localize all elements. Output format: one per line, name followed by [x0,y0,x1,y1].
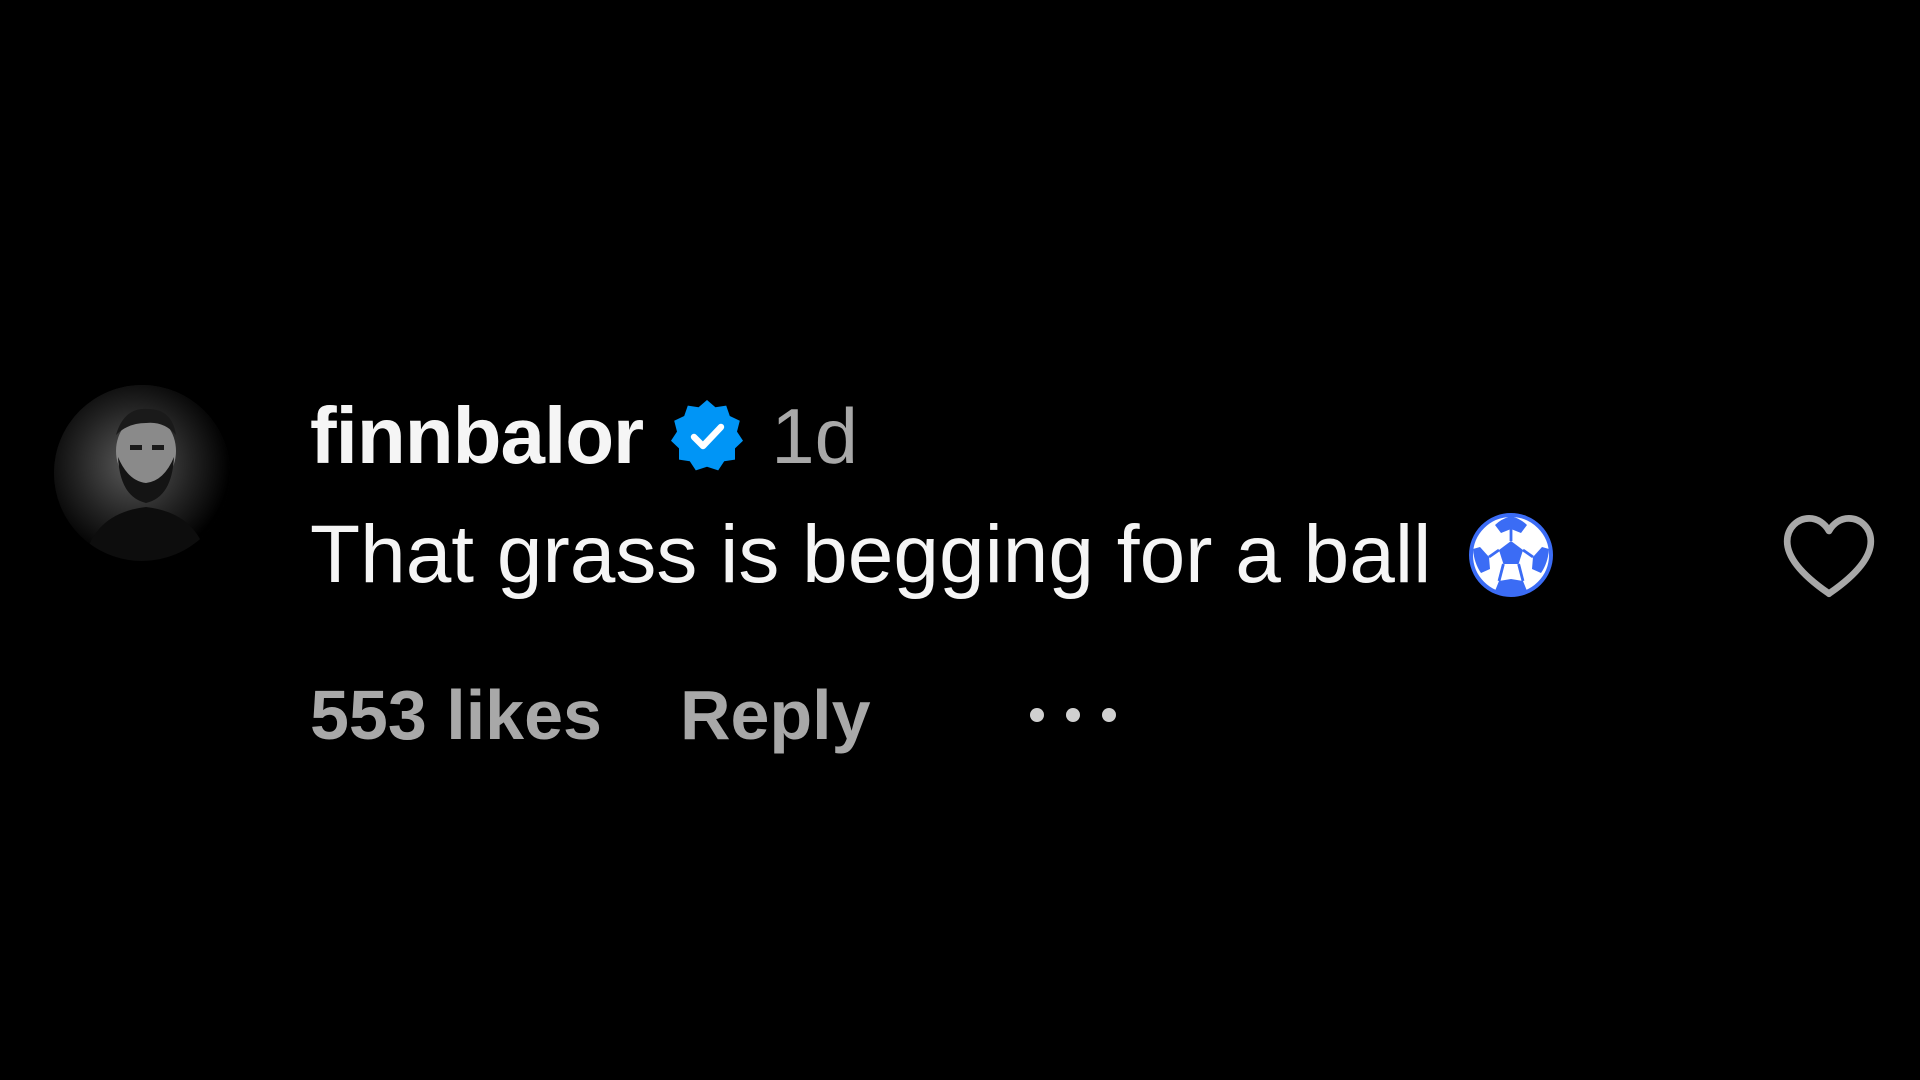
more-options-icon[interactable] [1021,695,1125,735]
reply-button[interactable]: Reply [680,675,871,755]
timestamp: 1d [771,391,858,480]
username[interactable]: finnbalor [310,390,644,482]
likes-count[interactable]: 553 likes [310,675,602,755]
heart-outline-icon[interactable] [1778,510,1880,602]
comment: finnbalor 1d That grass is begging for a… [0,0,1920,1080]
comment-text: That grass is begging for a ball [310,509,1432,600]
comment-header: finnbalor 1d [310,388,858,484]
comment-actions: 553 likes Reply [310,665,1125,765]
comment-body: That grass is begging for a ball [310,500,1555,610]
verified-badge-icon [667,396,747,476]
soccer-ball-icon [1467,511,1555,599]
avatar[interactable] [54,385,230,561]
avatar-image [54,385,230,561]
